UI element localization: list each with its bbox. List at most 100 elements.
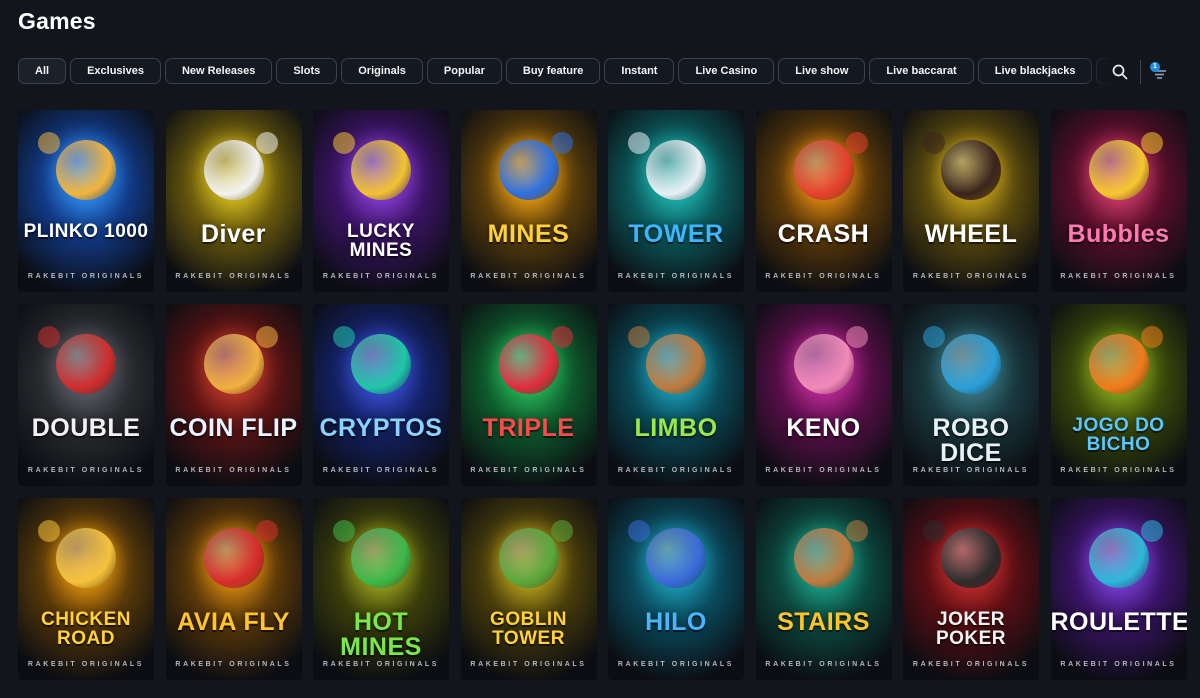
artwork-shape <box>793 140 854 200</box>
game-card[interactable]: JOKER POKER RAKEBIT ORIGINALS <box>903 498 1039 680</box>
game-card[interactable]: Bubbles RAKEBIT ORIGINALS <box>1050 110 1187 292</box>
game-card[interactable]: LUCKY MINES RAKEBIT ORIGINALS <box>313 110 449 292</box>
filter-button[interactable]: 1 <box>1146 59 1170 83</box>
artwork-shape <box>56 140 116 200</box>
artwork-shape <box>941 334 1001 394</box>
game-provider-label: RAKEBIT ORIGINALS <box>470 467 587 474</box>
artwork-shape <box>941 140 1001 200</box>
game-card[interactable]: Diver RAKEBIT ORIGINALS <box>165 110 302 292</box>
filter-chip[interactable]: Live baccarat <box>869 58 974 84</box>
filter-chip[interactable]: Live show <box>778 58 866 84</box>
artwork-shape <box>255 520 278 542</box>
game-provider-label: RAKEBIT ORIGINALS <box>1060 273 1177 280</box>
filter-chip[interactable]: Slots <box>276 58 338 84</box>
game-card[interactable]: MINES RAKEBIT ORIGINALS <box>460 110 597 292</box>
game-provider-label: RAKEBIT ORIGINALS <box>322 273 440 280</box>
game-logo-title: TRIPLE <box>482 414 575 442</box>
game-logo-title: DOUBLE <box>31 414 141 442</box>
game-provider-label: RAKEBIT ORIGINALS <box>27 661 145 668</box>
filter-chip[interactable]: Live Casino <box>678 58 775 84</box>
game-card[interactable]: ROBO DICE RAKEBIT ORIGINALS <box>903 304 1039 486</box>
game-card[interactable]: CHICKEN ROAD RAKEBIT ORIGINALS <box>18 498 154 680</box>
game-logo-title: HILO <box>645 608 707 636</box>
game-logo-title: COIN FLIP <box>169 414 298 442</box>
game-logo-title: MINES <box>487 220 570 248</box>
game-card[interactable]: HOT MINES RAKEBIT ORIGINALS <box>313 498 449 680</box>
game-logo-title: JOKER POKER <box>935 609 1007 649</box>
artwork-shape <box>255 132 278 154</box>
game-logo-title: ROULETTE <box>1050 608 1187 636</box>
artwork-shape <box>203 140 264 200</box>
artwork-shape <box>1140 520 1163 542</box>
filter-chip[interactable]: Popular <box>426 58 502 84</box>
game-card[interactable]: LIMBO RAKEBIT ORIGINALS <box>608 304 744 486</box>
game-logo-title: TOWER <box>628 220 724 248</box>
game-card[interactable]: TOWER RAKEBIT ORIGINALS <box>608 110 744 292</box>
game-provider-label: RAKEBIT ORIGINALS <box>617 661 735 668</box>
game-provider-label: RAKEBIT ORIGINALS <box>1060 661 1177 668</box>
filter-chip[interactable]: Live blackjacks <box>977 58 1093 84</box>
artwork-shape <box>498 528 559 588</box>
game-logo-title: LIMBO <box>634 414 718 442</box>
game-provider-label: RAKEBIT ORIGINALS <box>765 661 882 668</box>
artwork-shape <box>351 528 411 588</box>
filter-chip[interactable]: All <box>18 58 67 84</box>
artwork-shape <box>38 132 60 154</box>
game-card[interactable]: AVIA FLY RAKEBIT ORIGINALS <box>165 498 302 680</box>
artwork-shape <box>255 326 278 348</box>
game-provider-label: RAKEBIT ORIGINALS <box>765 273 882 280</box>
artwork-shape <box>646 334 706 394</box>
artwork-shape <box>1140 326 1163 348</box>
game-provider-label: RAKEBIT ORIGINALS <box>175 273 292 280</box>
game-provider-label: RAKEBIT ORIGINALS <box>1060 467 1177 474</box>
game-card[interactable]: HILO RAKEBIT ORIGINALS <box>608 498 744 680</box>
game-provider-label: RAKEBIT ORIGINALS <box>470 661 587 668</box>
game-provider-label: RAKEBIT ORIGINALS <box>322 661 440 668</box>
game-card[interactable]: COIN FLIP RAKEBIT ORIGINALS <box>165 304 302 486</box>
game-provider-label: RAKEBIT ORIGINALS <box>912 467 1030 474</box>
artwork-shape <box>628 520 650 542</box>
game-card[interactable]: CRYPTOS RAKEBIT ORIGINALS <box>313 304 449 486</box>
artwork-shape <box>351 334 411 394</box>
filter-chip[interactable]: New Releases <box>164 58 273 84</box>
game-card[interactable]: CRASH RAKEBIT ORIGINALS <box>755 110 892 292</box>
game-card[interactable]: TRIPLE RAKEBIT ORIGINALS <box>460 304 597 486</box>
artwork-shape <box>56 528 116 588</box>
game-logo-title: GOBLIN TOWER <box>490 609 567 649</box>
game-provider-label: RAKEBIT ORIGINALS <box>322 467 440 474</box>
game-card[interactable]: KENO RAKEBIT ORIGINALS <box>755 304 892 486</box>
game-logo-title: STAIRS <box>777 608 870 636</box>
artwork-shape <box>550 520 573 542</box>
game-provider-label: RAKEBIT ORIGINALS <box>27 467 145 474</box>
game-logo-title: Bubbles <box>1067 220 1170 248</box>
artwork-shape <box>38 326 60 348</box>
category-filter-bar: All Exclusives New Releases Slots Originals P… <box>18 58 1138 84</box>
game-logo-title: CHICKEN ROAD <box>40 609 132 649</box>
artwork-shape <box>333 326 355 348</box>
game-card[interactable]: DOUBLE RAKEBIT ORIGINALS <box>18 304 154 486</box>
game-card[interactable]: ROULETTE RAKEBIT ORIGINALS <box>1050 498 1187 680</box>
game-card[interactable]: GOBLIN TOWER RAKEBIT ORIGINALS <box>460 498 597 680</box>
game-card[interactable]: JOGO DO BICHO RAKEBIT ORIGINALS <box>1050 304 1187 486</box>
game-card[interactable]: PLINKO 1000 RAKEBIT ORIGINALS <box>18 110 154 292</box>
artwork-shape <box>550 326 573 348</box>
artwork-shape <box>941 528 1001 588</box>
artwork-shape <box>38 520 60 542</box>
game-provider-label: RAKEBIT ORIGINALS <box>27 273 145 280</box>
game-provider-label: RAKEBIT ORIGINALS <box>765 467 882 474</box>
game-provider-label: RAKEBIT ORIGINALS <box>175 467 292 474</box>
filter-count-badge: 1 <box>1150 62 1160 72</box>
artwork-shape <box>333 132 355 154</box>
game-logo-title: LUCKY MINES <box>347 221 415 261</box>
game-card[interactable]: STAIRS RAKEBIT ORIGINALS <box>755 498 892 680</box>
artwork-shape <box>1088 140 1149 200</box>
artwork-shape <box>793 334 854 394</box>
search-button[interactable] <box>1108 61 1132 83</box>
filter-chip[interactable]: Instant <box>604 58 675 84</box>
filter-chip[interactable]: Buy feature <box>505 58 601 84</box>
filter-chip[interactable]: Originals <box>341 58 423 84</box>
filter-chip[interactable]: Exclusives <box>70 58 161 84</box>
artwork-shape <box>646 140 706 200</box>
game-card[interactable]: WHEEL RAKEBIT ORIGINALS <box>903 110 1039 292</box>
artwork-shape <box>1088 528 1149 588</box>
